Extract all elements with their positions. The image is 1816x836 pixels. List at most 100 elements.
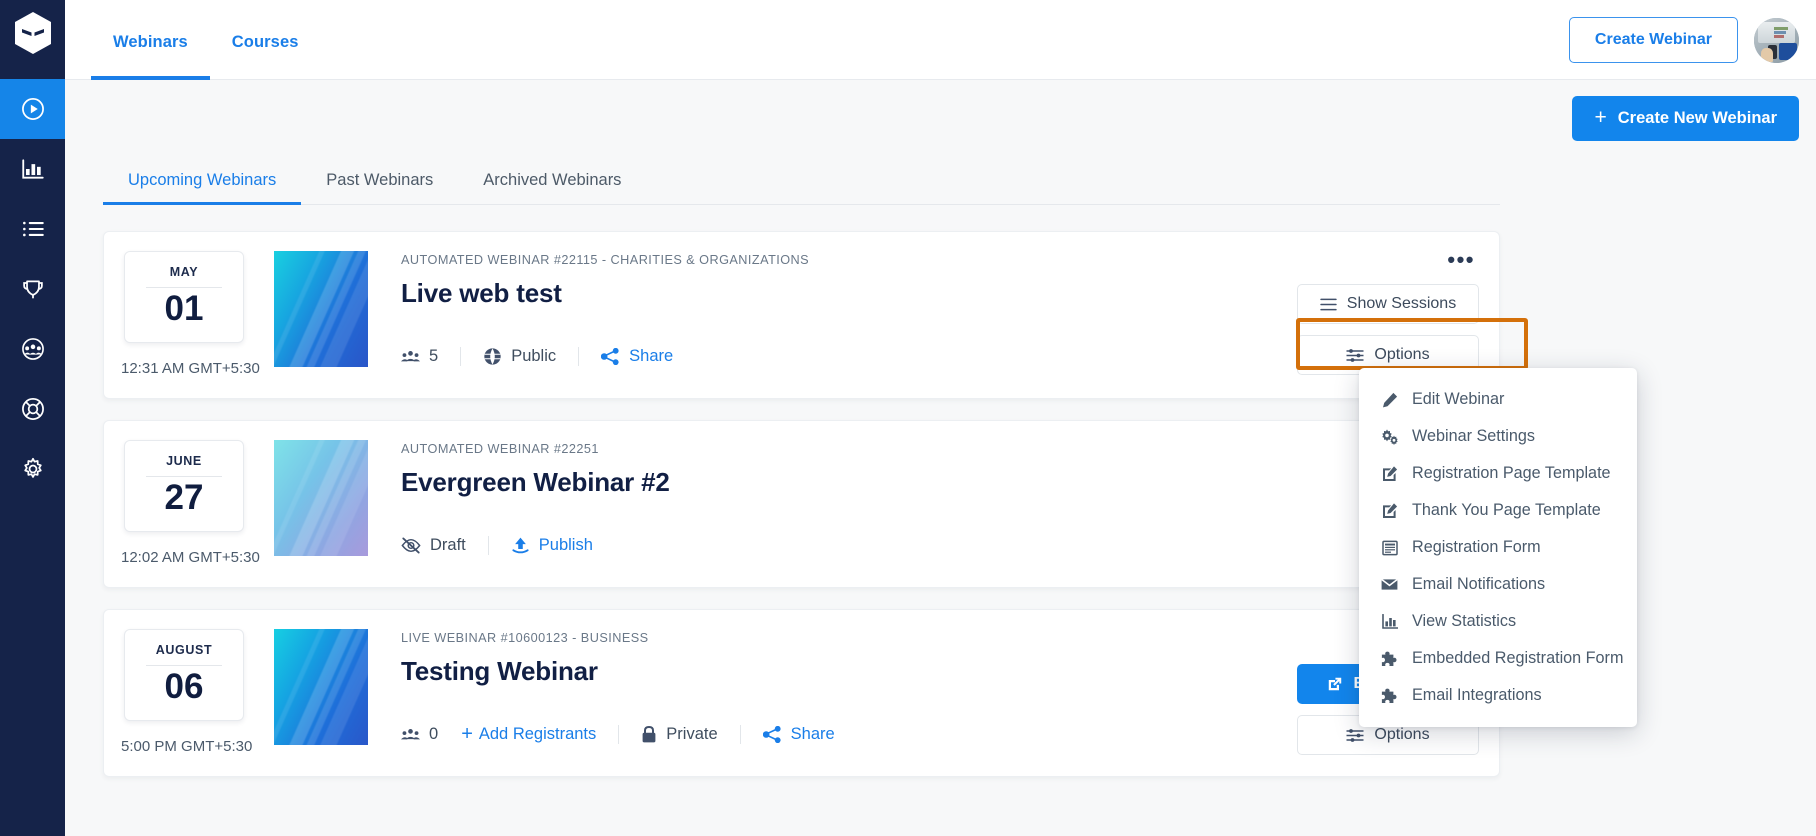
webinar-card[interactable]: AUGUST 06 5:00 PM GMT+5:30 LIVE WEBINAR (103, 609, 1500, 777)
date-day: 01 (164, 289, 204, 328)
webinar-info: LIVE WEBINAR #10600123 - BUSINESS Testin… (368, 629, 1297, 744)
publish-label: Publish (538, 536, 593, 554)
menu-item-label: Registration Form (1412, 538, 1541, 556)
menu-item-edit-webinar[interactable]: Edit Webinar (1359, 381, 1637, 418)
menu-item-registration-page-template[interactable]: Registration Page Template (1359, 455, 1637, 492)
menu-item-webinar-settings[interactable]: Webinar Settings (1359, 418, 1637, 455)
more-options-icon[interactable]: ••• (1443, 249, 1479, 273)
app-logo[interactable] (0, 0, 65, 65)
users-icon (401, 351, 420, 362)
menu-item-email-notifications[interactable]: Email Notifications (1359, 566, 1637, 603)
gear-icon (23, 457, 42, 478)
header-tabs: Webinars Courses (65, 0, 321, 80)
upload-icon (512, 537, 529, 553)
share-button[interactable]: Share (739, 725, 857, 744)
play-circle-icon (21, 98, 44, 120)
add-registrants-label: Add Registrants (478, 725, 597, 743)
sidebar-item-support[interactable] (0, 379, 65, 439)
pencil-icon (1380, 392, 1399, 408)
date-day: 27 (164, 478, 204, 517)
webinar-meta-row: 5 Public Share (401, 347, 1297, 366)
draft-status: Draft (401, 536, 488, 555)
gears-icon (1380, 428, 1399, 445)
create-webinar-button[interactable]: Create Webinar (1568, 17, 1738, 63)
date-month: MAY (169, 265, 199, 279)
menu-item-label: Email Notifications (1412, 575, 1546, 593)
webinar-time: 12:02 AM GMT+5:30 (121, 549, 260, 566)
share-label: Share (629, 347, 674, 365)
puzzle-icon (1380, 688, 1399, 704)
date-divider (146, 476, 222, 477)
webinar-card-stack: AUGUST 06 5:00 PM GMT+5:30 LIVE WEBINAR (103, 609, 1500, 777)
sidebar-item-audience[interactable] (0, 319, 65, 379)
lock-icon (642, 725, 656, 743)
menu-item-thank-you-page-template[interactable]: Thank You Page Template (1359, 492, 1637, 529)
webinar-meta-row: 0 + Add Registrants Private Share (401, 722, 1297, 745)
plus-icon: + (461, 722, 473, 745)
sidebar-item-awards[interactable] (0, 259, 65, 319)
bar-chart-icon (1380, 614, 1399, 629)
menu-item-embedded-registration-form[interactable]: Embedded Registration Form (1359, 640, 1637, 677)
user-avatar[interactable] (1754, 17, 1799, 63)
menu-item-email-integrations[interactable]: Email Integrations (1359, 677, 1637, 714)
webinar-card[interactable]: JUNE 27 12:02 AM GMT+5:30 AUTOMATED WEBI (103, 420, 1500, 588)
tab-archived-webinars[interactable]: Archived Webinars (458, 164, 646, 204)
create-new-webinar-row: + Create New Webinar (1572, 96, 1799, 141)
date-badge: AUGUST 06 (124, 629, 244, 721)
webinar-info: AUTOMATED WEBINAR #22251 Evergreen Webin… (368, 440, 1297, 555)
tab-past-webinars[interactable]: Past Webinars (301, 164, 458, 204)
card-actions: ••• Show Sessions Options (1297, 249, 1479, 375)
date-badge: JUNE 27 (124, 440, 244, 532)
date-column: AUGUST 06 5:00 PM GMT+5:30 (121, 629, 253, 755)
top-header: Webinars Courses Create Webinar (65, 0, 1816, 80)
app-root: Webinars Courses Create Webinar + Create… (0, 0, 1816, 836)
list-icon (22, 221, 44, 237)
options-label: Options (1374, 726, 1430, 743)
date-divider (146, 665, 222, 666)
publish-button[interactable]: Publish (487, 536, 615, 555)
date-column: JUNE 27 12:02 AM GMT+5:30 (121, 440, 260, 566)
sidebar-item-webinars[interactable] (0, 79, 65, 139)
show-sessions-button[interactable]: Show Sessions (1297, 284, 1479, 324)
tab-upcoming-webinars[interactable]: Upcoming Webinars (103, 164, 302, 205)
menu-item-label: Embedded Registration Form (1412, 649, 1624, 667)
options-label: Options (1374, 346, 1430, 363)
sidebar-item-analytics[interactable] (0, 139, 65, 199)
globe-icon (484, 348, 501, 365)
webinar-title: Evergreen Webinar #2 (401, 467, 670, 497)
share-icon (601, 348, 619, 365)
date-month: AUGUST (155, 643, 213, 657)
share-button[interactable]: Share (578, 347, 695, 366)
form-icon (1380, 540, 1399, 556)
tab-webinars[interactable]: Webinars (91, 0, 210, 80)
visibility-status: Private (618, 725, 739, 744)
add-registrants-button[interactable]: + Add Registrants (461, 722, 597, 745)
show-sessions-label: Show Sessions (1346, 295, 1457, 312)
menu-item-registration-form[interactable]: Registration Form (1359, 529, 1637, 566)
webinar-kicker: LIVE WEBINAR #10600123 - BUSINESS (401, 631, 649, 645)
logo-hexagon-icon (14, 11, 51, 54)
eye-slash-icon (401, 537, 421, 554)
sidebar-item-settings[interactable] (0, 439, 65, 499)
attendee-count: 5 (401, 347, 460, 366)
menu-item-label: Edit Webinar (1412, 390, 1505, 408)
create-new-webinar-label: Create New Webinar (1617, 109, 1777, 127)
tab-courses[interactable]: Courses (210, 0, 321, 80)
menu-item-view-statistics[interactable]: View Statistics (1359, 603, 1637, 640)
webinar-card[interactable]: MAY 01 12:31 AM GMT+5:30 AUTOMATED WEBIN (103, 231, 1500, 399)
visibility-label: Private (666, 725, 718, 743)
webinar-kicker: AUTOMATED WEBINAR #22115 - CHARITIES & O… (401, 253, 810, 267)
webinar-filter-tabs: Upcoming Webinars Past Webinars Archived… (103, 164, 1500, 205)
visibility-status: Public (460, 347, 578, 366)
webinar-time: 5:00 PM GMT+5:30 (121, 738, 253, 755)
sidebar-item-list[interactable] (0, 199, 65, 259)
attendee-count: 0 + Add Registrants (401, 722, 618, 745)
menu-item-label: Webinar Settings (1412, 427, 1535, 445)
create-new-webinar-button[interactable]: + Create New Webinar (1572, 96, 1799, 141)
main-area: Webinars Courses Create Webinar + Create… (65, 0, 1816, 836)
attendee-count-value: 0 (429, 725, 439, 743)
date-divider (146, 287, 222, 288)
date-badge: MAY 01 (124, 251, 244, 343)
webinar-info: AUTOMATED WEBINAR #22115 - CHARITIES & O… (368, 251, 1297, 366)
share-icon (762, 726, 781, 743)
